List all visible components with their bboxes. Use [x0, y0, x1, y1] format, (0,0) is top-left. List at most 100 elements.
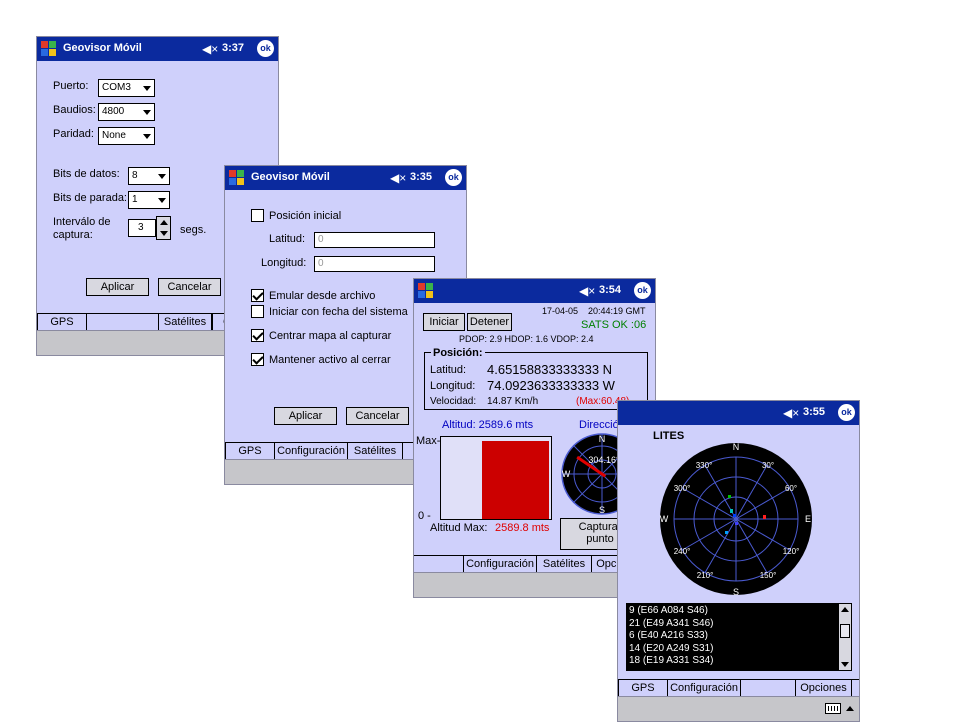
speaker-icon[interactable]: ◀×: [202, 42, 218, 56]
clock[interactable]: 3:35: [410, 171, 432, 183]
altitud-max-value: 2589.8 mts: [495, 522, 550, 534]
start-menu-icon[interactable]: [40, 40, 57, 57]
cancel-button[interactable]: Cancelar: [158, 278, 221, 296]
tab-configuracion[interactable]: Configuración: [463, 555, 537, 573]
velocidad-value: 14.87 Km/h: [487, 396, 539, 407]
centrar-checkbox[interactable]: [251, 329, 264, 342]
baudios-select[interactable]: 4800: [98, 103, 155, 121]
sats-status: SATS OK :06: [581, 319, 647, 331]
sky-300: 300°: [674, 484, 691, 493]
speaker-icon[interactable]: ◀×: [783, 406, 799, 420]
list-item[interactable]: 21 (E49 A341 S46): [629, 618, 714, 631]
clock[interactable]: 3:37: [222, 42, 244, 54]
start-menu-icon[interactable]: [417, 282, 434, 299]
latitud-input[interactable]: 0: [314, 232, 435, 248]
tab-configuracion[interactable]: Configuración: [667, 679, 741, 697]
paridad-select[interactable]: None: [98, 127, 155, 145]
title-bar: Geovisor Móvil ◀× 3:35 ok: [225, 166, 466, 190]
satellite-marker: [763, 515, 766, 519]
window-satellites: ◀× 3:55 ok LITES N S E W 330° 30° 300° 6…: [617, 400, 860, 722]
ok-button[interactable]: ok: [838, 404, 855, 421]
satellite-marker: [735, 522, 738, 525]
latitud-label: Latitud:: [430, 364, 467, 376]
chevron-down-icon: [143, 110, 151, 115]
stepper-down-icon[interactable]: [160, 231, 168, 236]
bits-parada-select[interactable]: 1: [128, 191, 170, 209]
apply-button[interactable]: Aplicar: [86, 278, 149, 296]
intervalo-label: Interválo de: [53, 216, 111, 228]
gmt-time: 20:44:19 GMT: [588, 306, 646, 316]
dop-values: PDOP: 2.9 HDOP: 1.6 VDOP: 2.4: [459, 334, 594, 344]
axis-max: Max-: [416, 435, 441, 447]
app-title: Geovisor Móvil: [63, 42, 142, 54]
bits-datos-select[interactable]: 8: [128, 167, 170, 185]
bits-parada-label: Bits de parada:: [53, 192, 127, 204]
tab-configuracion[interactable]: Configuración: [274, 442, 348, 460]
tab-gps[interactable]: GPS: [225, 442, 275, 460]
emular-label: Emular desde archivo: [269, 290, 376, 302]
bits-datos-value: 8: [132, 170, 138, 181]
date-text: 17-04-05: [542, 306, 579, 316]
altitud-bar: [482, 441, 549, 519]
clock[interactable]: 3:55: [803, 406, 825, 418]
centrar-label: Centrar mapa al capturar: [269, 330, 392, 342]
ok-button[interactable]: ok: [445, 169, 462, 186]
ok-button[interactable]: ok: [634, 282, 651, 299]
emular-checkbox[interactable]: [251, 289, 264, 302]
list-item[interactable]: 14 (E20 A249 S31): [629, 643, 714, 656]
tab-satelites[interactable]: Satélites: [158, 313, 212, 331]
list-item[interactable]: 9 (E66 A084 S46): [629, 605, 714, 618]
title-bar: ◀× 3:55 ok: [618, 401, 859, 425]
ok-button[interactable]: ok: [257, 40, 274, 57]
heading-value: 304.16°: [588, 455, 620, 465]
puerto-value: COM3: [102, 82, 131, 93]
longitud-input[interactable]: 0: [314, 256, 435, 272]
satellite-marker: [733, 514, 736, 517]
compass-s: S: [599, 505, 605, 515]
bits-parada-value: 1: [132, 194, 138, 205]
altitud-bar-chart: [440, 436, 552, 520]
speaker-icon[interactable]: ◀×: [579, 284, 595, 298]
stop-button[interactable]: Detener: [467, 313, 512, 331]
scroll-up-icon[interactable]: [841, 607, 849, 612]
intervalo-stepper[interactable]: [156, 216, 171, 240]
start-menu-icon[interactable]: [228, 169, 245, 186]
tab-gps[interactable]: GPS: [37, 313, 87, 331]
bits-datos-label: Bits de datos:: [53, 168, 120, 180]
longitud-value: 74.0923633333333 W: [487, 378, 615, 393]
start-button[interactable]: Iniciar: [423, 313, 465, 331]
app-title: Geovisor Móvil: [251, 171, 330, 183]
list-scrollbar[interactable]: [838, 604, 851, 670]
satellite-list[interactable]: 9 (E66 A084 S46) 21 (E49 A341 S46) 6 (E4…: [626, 603, 852, 671]
list-item[interactable]: 18 (E19 A331 S34): [629, 655, 714, 668]
tab-satelites[interactable]: Satélites: [347, 442, 403, 460]
list-item[interactable]: 6 (E40 A216 S33): [629, 630, 714, 643]
scroll-thumb[interactable]: [840, 624, 850, 638]
compass-w: W: [562, 469, 571, 479]
keyboard-icon[interactable]: [825, 703, 841, 714]
paridad-label: Paridad:: [53, 128, 94, 140]
mantener-checkbox[interactable]: [251, 353, 264, 366]
intervalo-input[interactable]: 3: [128, 219, 156, 237]
tab-gps[interactable]: GPS: [618, 679, 668, 697]
title-bar: Geovisor Móvil ◀× 3:37 ok: [37, 37, 278, 61]
latitud-value: 4.65158833333333 N: [487, 362, 613, 377]
cancel-button[interactable]: Cancelar: [346, 407, 409, 425]
fecha-checkbox[interactable]: [251, 305, 264, 318]
satellite-marker: [725, 531, 728, 534]
tab-satelites[interactable]: Satélites: [536, 555, 592, 573]
title-bar: ◀× 3:54 ok: [414, 279, 655, 303]
clock[interactable]: 3:54: [599, 284, 621, 296]
tab-opciones[interactable]: Opciones: [795, 679, 852, 697]
sky-s: S: [733, 587, 739, 597]
baudios-value: 4800: [102, 106, 125, 117]
stepper-up-icon[interactable]: [160, 220, 168, 225]
scroll-down-icon[interactable]: [841, 662, 849, 667]
sky-330: 330°: [696, 461, 713, 470]
apply-button[interactable]: Aplicar: [274, 407, 337, 425]
puerto-select[interactable]: COM3: [98, 79, 155, 97]
speaker-icon[interactable]: ◀×: [390, 171, 406, 185]
posicion-inicial-checkbox[interactable]: [251, 209, 264, 222]
chevron-up-icon[interactable]: [846, 706, 854, 711]
sky-w: W: [660, 514, 669, 524]
